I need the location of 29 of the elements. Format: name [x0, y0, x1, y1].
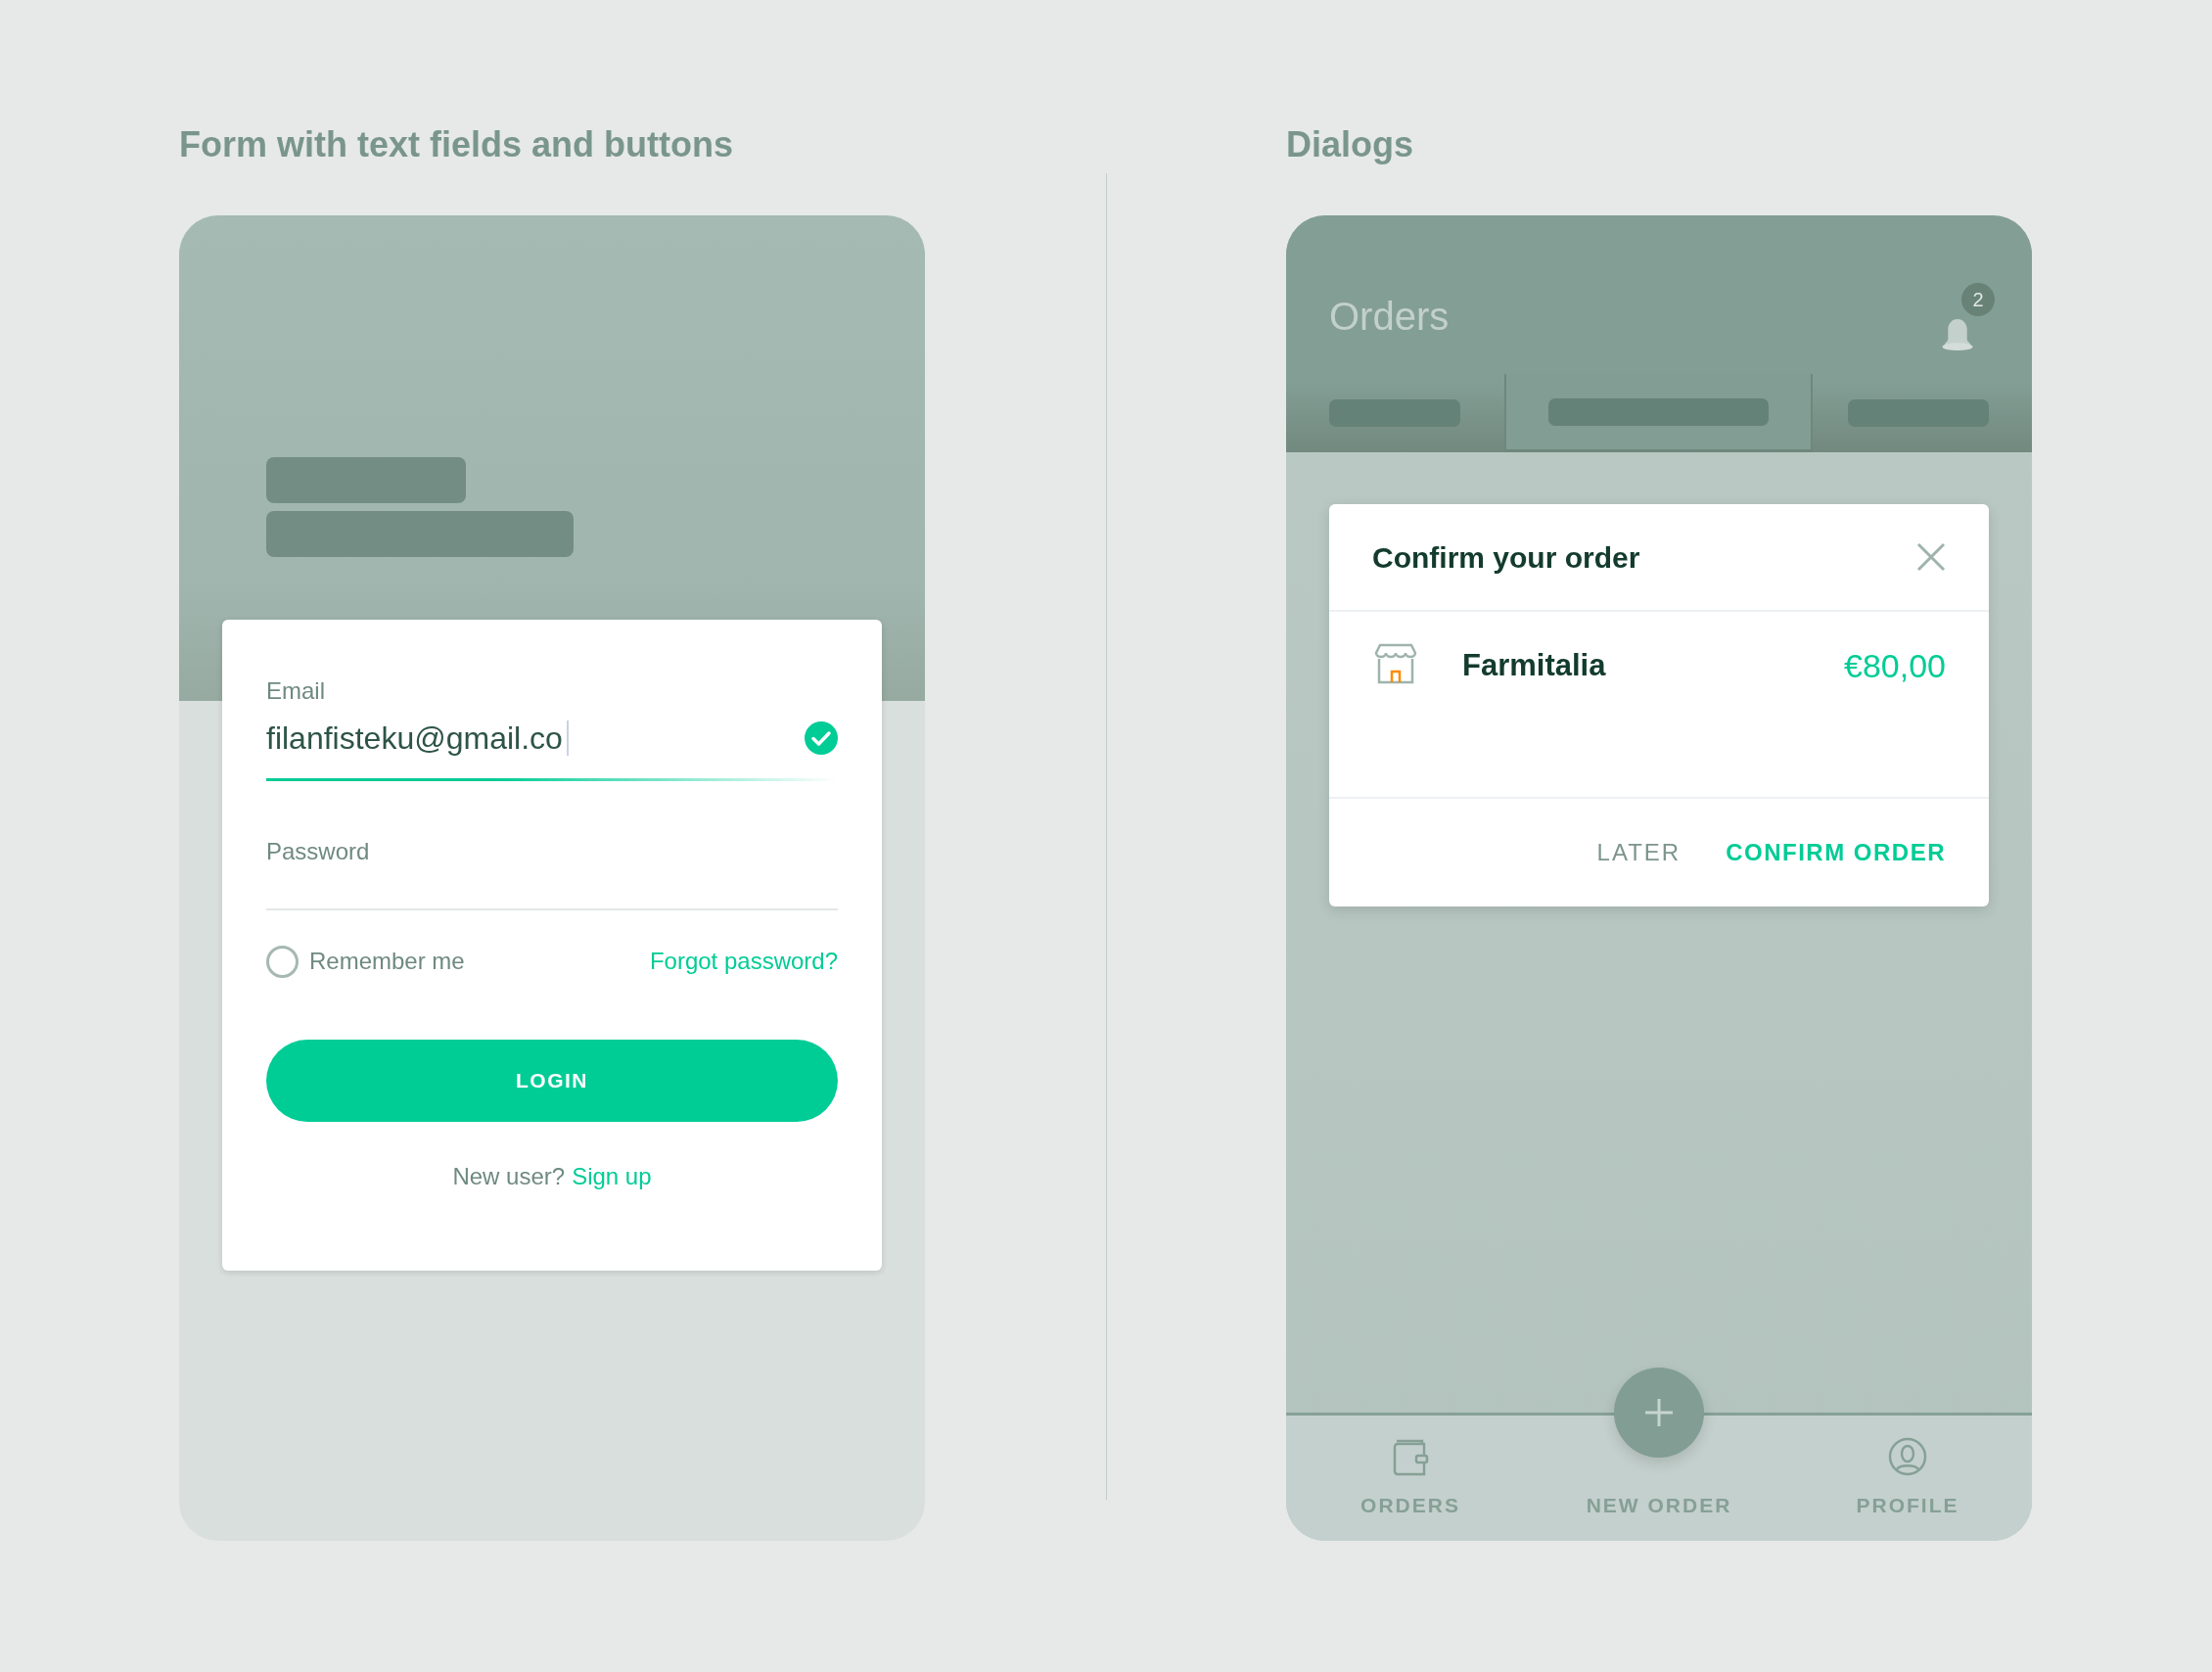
section-heading: Dialogs: [1286, 123, 1415, 166]
forgot-password-link[interactable]: Forgot password?: [649, 944, 838, 979]
wallet-icon[interactable]: [1391, 1437, 1430, 1476]
sign-up-link[interactable]: Sign up: [572, 1159, 652, 1194]
profile-icon[interactable]: [1888, 1437, 1927, 1476]
close-icon[interactable]: [1916, 542, 1946, 572]
dialog-title: Confirm your order: [1372, 539, 1640, 576]
nav-label[interactable]: PROFILE: [1856, 1490, 1959, 1521]
text-field[interactable]: Password: [266, 793, 838, 910]
notification-count-badge: 2: [1961, 283, 1995, 316]
nav-label: NEW ORDER: [1586, 1493, 1732, 1518]
item-price: €80,00: [1844, 646, 1946, 686]
section-heading: Form with text fields and buttons: [179, 123, 734, 166]
field-placeholder: Password: [266, 837, 370, 866]
field-label: Email: [266, 676, 326, 706]
item-name: Farmitalia: [1462, 647, 1606, 684]
login-button[interactable]: LOGIN: [266, 1040, 838, 1122]
confirm-order-button[interactable]: CONFIRM ORDER: [1726, 835, 1946, 870]
field-value: filanfisteku@gmail.co: [266, 720, 563, 758]
nav-label[interactable]: ORDERS: [1360, 1490, 1460, 1521]
signup-prompt: New user?: [452, 1162, 566, 1191]
text-cursor: [566, 720, 569, 756]
text-field[interactable]: Email filanfisteku@gmail.co: [266, 675, 838, 781]
plus-icon: [1644, 1398, 1674, 1427]
remember-checkbox[interactable]: Remember me: [266, 944, 465, 979]
app-bar-title: Orders: [1329, 294, 1450, 340]
store-icon: [1372, 641, 1419, 684]
later-button[interactable]: LATER: [1596, 835, 1682, 870]
tab[interactable]: [1504, 374, 1813, 452]
